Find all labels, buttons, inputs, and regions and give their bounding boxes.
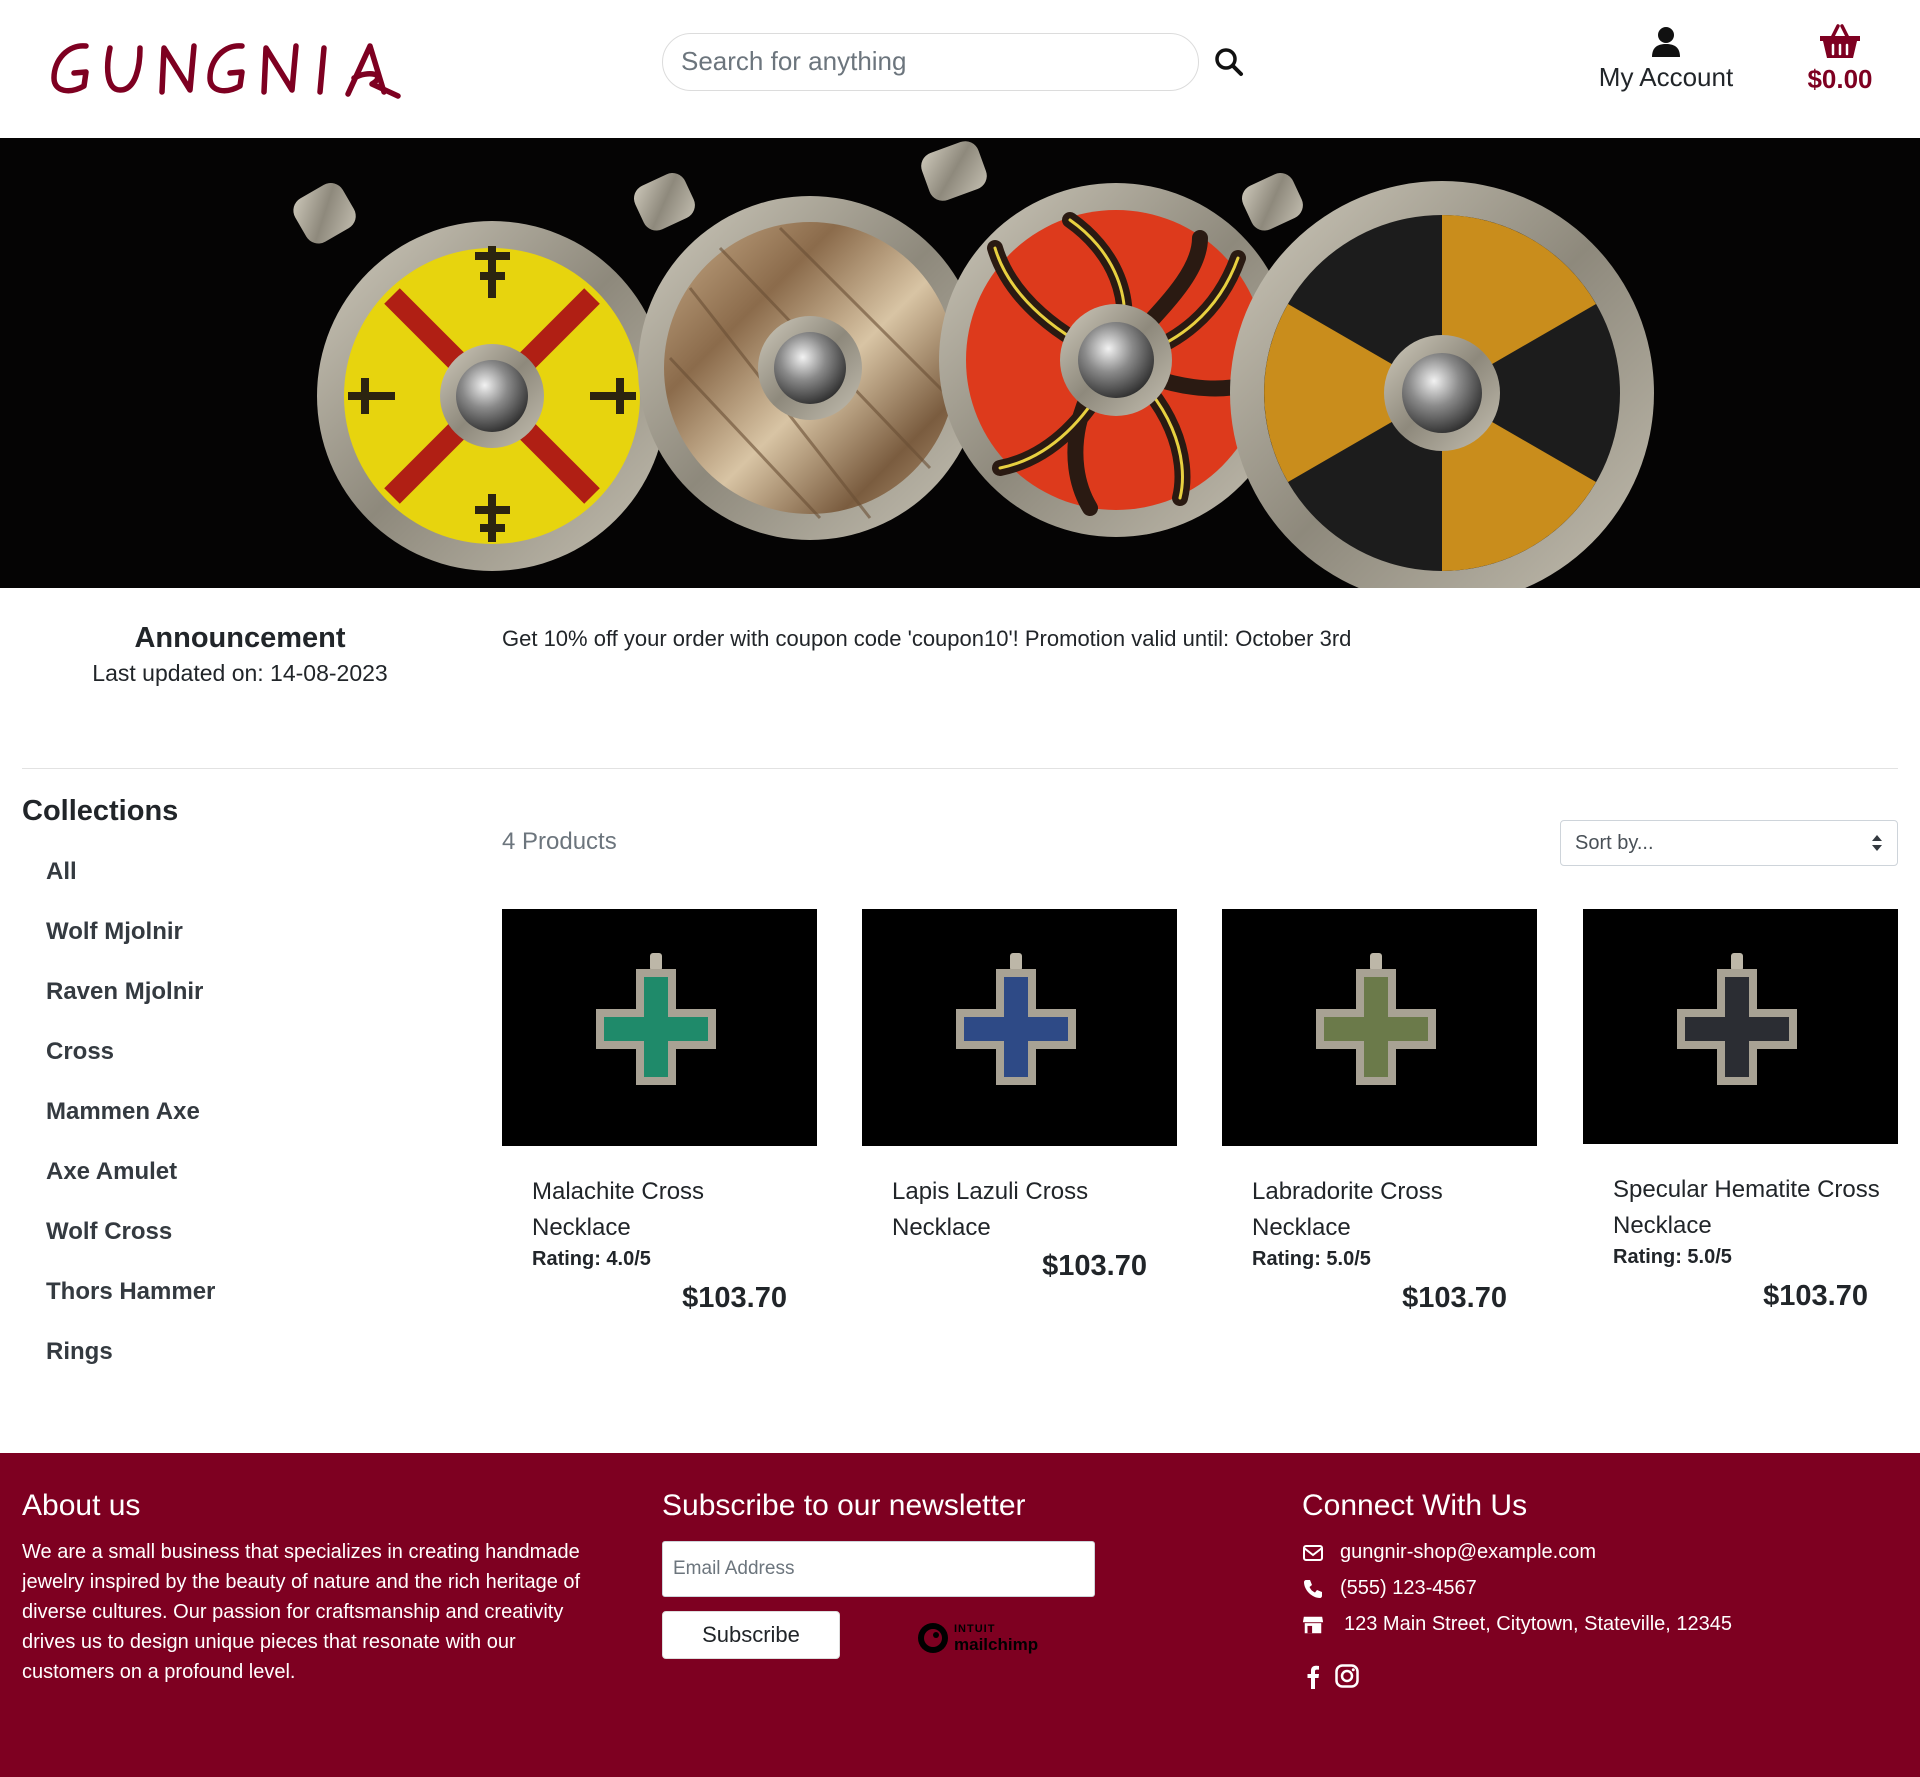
product-price: $103.70 xyxy=(1763,1280,1868,1312)
product-card: Malachite Cross Necklace Rating: 4.0/5 $… xyxy=(502,909,817,1329)
cart-total: $0.00 xyxy=(1807,64,1873,94)
collection-thors-hammer[interactable]: Thors Hammer xyxy=(46,1272,215,1332)
collections-list: All Wolf Mjolnir Raven Mjolnir Cross Mam… xyxy=(46,852,215,1392)
product-image[interactable] xyxy=(1222,909,1537,1146)
collection-axe-amulet[interactable]: Axe Amulet xyxy=(46,1152,215,1212)
search-icon[interactable] xyxy=(1212,45,1246,79)
product-card: Lapis Lazuli Cross Necklace $103.70 xyxy=(862,909,1177,1329)
contact-email-text: gungnir-shop@example.com xyxy=(1340,1541,1596,1563)
product-name[interactable]: Malachite Cross Necklace xyxy=(532,1174,802,1246)
search-box xyxy=(662,33,1199,91)
mailchimp-brand-line2: mailchimp xyxy=(954,1635,1039,1654)
facebook-icon[interactable] xyxy=(1300,1663,1326,1689)
newsletter-email-input[interactable] xyxy=(662,1541,1095,1597)
mailchimp-logo: INTUIT mailchimp xyxy=(916,1621,1048,1657)
about-title: About us xyxy=(22,1489,141,1522)
product-card: Specular Hematite Cross Necklace Rating:… xyxy=(1583,909,1898,1329)
newsletter-title: Subscribe to our newsletter xyxy=(662,1489,1026,1522)
product-rating: Rating: 5.0/5 xyxy=(1613,1246,1732,1268)
basket-icon xyxy=(1820,24,1860,58)
product-image[interactable] xyxy=(862,909,1177,1146)
product-price: $103.70 xyxy=(682,1282,787,1314)
announcement-title: Announcement xyxy=(134,622,346,654)
announcement-message: Get 10% off your order with coupon code … xyxy=(502,626,1352,651)
collection-rings[interactable]: Rings xyxy=(46,1332,215,1392)
site-footer: About us We are a small business that sp… xyxy=(0,1453,1920,1777)
product-name[interactable]: Labradorite Cross Necklace xyxy=(1252,1174,1522,1246)
my-account-link[interactable]: My Account xyxy=(1590,26,1742,98)
sort-select-value: Sort by... xyxy=(1575,832,1654,854)
announcement-updated: Last updated on: 14-08-2023 xyxy=(92,660,388,686)
phone-icon xyxy=(1304,1580,1322,1598)
mailchimp-icon xyxy=(918,1623,948,1653)
collection-wolf-mjolnir[interactable]: Wolf Mjolnir xyxy=(46,912,215,972)
envelope-icon xyxy=(1303,1545,1323,1561)
collections-title: Collections xyxy=(22,795,179,827)
product-image[interactable] xyxy=(502,909,817,1146)
hero-banner xyxy=(0,138,1920,588)
section-divider xyxy=(22,768,1898,769)
product-price: $103.70 xyxy=(1042,1250,1147,1282)
collection-all[interactable]: All xyxy=(46,852,215,912)
product-count: 4 Products xyxy=(502,828,617,855)
collection-wolf-cross[interactable]: Wolf Cross xyxy=(46,1212,215,1272)
shield-pendants-image xyxy=(293,141,1654,588)
product-card: Labradorite Cross Necklace Rating: 5.0/5… xyxy=(1222,909,1537,1329)
product-rating: Rating: 4.0/5 xyxy=(532,1248,651,1270)
product-name[interactable]: Lapis Lazuli Cross Necklace xyxy=(892,1174,1162,1246)
product-price: $103.70 xyxy=(1402,1282,1507,1314)
site-header: My Account $0.00 xyxy=(0,0,1920,138)
about-text: We are a small business that specializes… xyxy=(22,1541,581,1683)
instagram-icon[interactable] xyxy=(1334,1663,1360,1689)
mailchimp-brand-line1: INTUIT xyxy=(954,1623,996,1635)
my-account-label: My Account xyxy=(1598,62,1734,92)
product-name[interactable]: Specular Hematite Cross Necklace xyxy=(1613,1172,1883,1244)
subscribe-button[interactable]: Subscribe xyxy=(662,1611,840,1659)
contact-address-text: 123 Main Street, Citytown, Stateville, 1… xyxy=(1344,1613,1732,1635)
product-image[interactable] xyxy=(1583,909,1898,1144)
select-arrows-icon xyxy=(1872,835,1882,851)
product-rating: Rating: 5.0/5 xyxy=(1252,1248,1371,1270)
connect-title: Connect With Us xyxy=(1302,1489,1528,1522)
search-input[interactable] xyxy=(681,34,1181,89)
collection-mammen-axe[interactable]: Mammen Axe xyxy=(46,1092,215,1152)
sort-select[interactable]: Sort by... xyxy=(1560,820,1898,866)
contact-phone-text: (555) 123-4567 xyxy=(1340,1577,1477,1599)
collection-cross[interactable]: Cross xyxy=(46,1032,215,1092)
store-icon xyxy=(1302,1616,1324,1634)
gungnir-logo[interactable] xyxy=(48,36,410,100)
user-icon xyxy=(1652,27,1680,57)
cart-link[interactable]: $0.00 xyxy=(1794,24,1886,98)
collection-raven-mjolnir[interactable]: Raven Mjolnir xyxy=(46,972,215,1032)
